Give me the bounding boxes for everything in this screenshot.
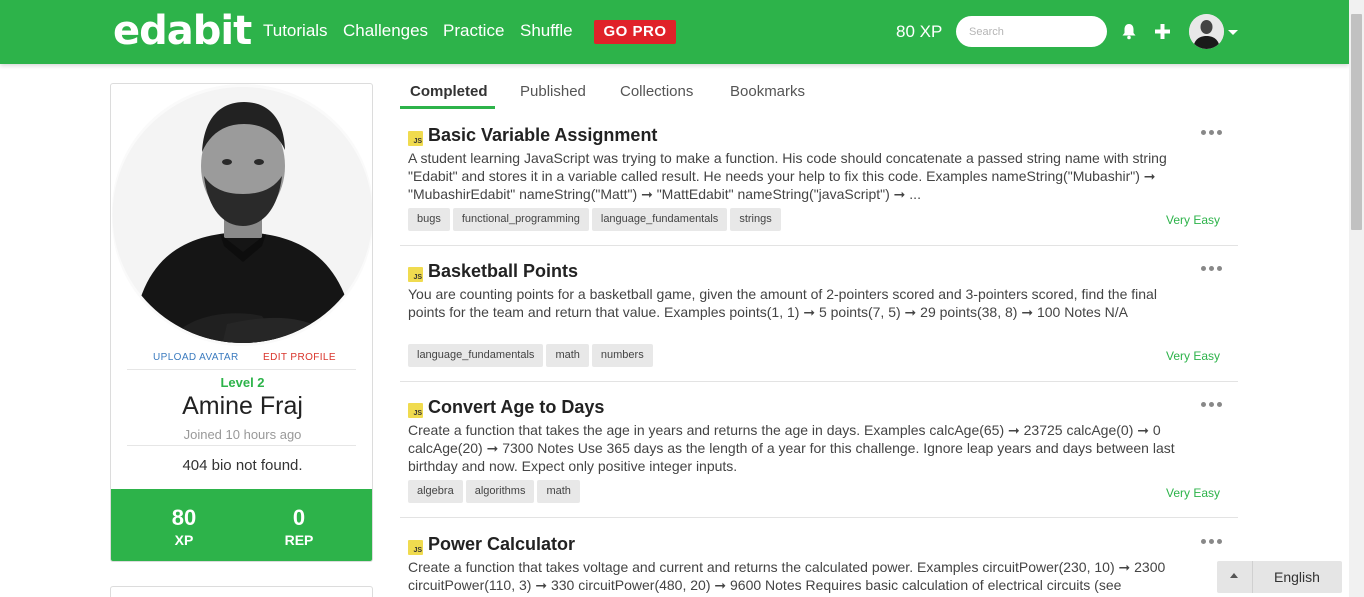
- challenge-description: You are counting points for a basketball…: [408, 286, 1157, 320]
- rep-stat-value: 0: [292, 505, 306, 530]
- caret-down-icon[interactable]: [1228, 30, 1238, 35]
- challenge-description: Create a function that takes voltage and…: [408, 559, 1166, 597]
- xp-stat-value: 80: [171, 505, 197, 530]
- divider: [400, 517, 1238, 518]
- plus-icon[interactable]: [1154, 23, 1171, 40]
- user-level: Level 2: [220, 375, 265, 390]
- tag[interactable]: language_fundamentals: [408, 344, 544, 367]
- active-tab-indicator: [400, 106, 495, 109]
- challenge-item: JS Basic Variable Assignment A student l…: [400, 125, 1238, 238]
- divider: [127, 369, 356, 370]
- xp-stat-label: XP: [174, 532, 194, 548]
- top-navbar: edabit Tutorials Challenges Practice Shu…: [0, 0, 1349, 64]
- divider: [1252, 561, 1253, 593]
- tab-bookmarks[interactable]: Bookmarks: [730, 83, 805, 100]
- difficulty-label: Very Easy: [1166, 213, 1221, 227]
- tag[interactable]: math: [546, 344, 589, 367]
- js-icon: JS: [408, 267, 423, 282]
- tag-list: algebra algorithms math: [408, 480, 580, 503]
- more-icon[interactable]: [1201, 400, 1223, 408]
- js-icon: JS: [408, 540, 423, 555]
- nav-link-tutorials[interactable]: Tutorials: [263, 21, 328, 41]
- user-avatar[interactable]: [1189, 14, 1224, 49]
- language-label: English: [1274, 569, 1320, 585]
- rep-stat-label: REP: [284, 532, 314, 548]
- tab-collections[interactable]: Collections: [620, 83, 693, 100]
- secondary-card: [110, 586, 373, 597]
- js-icon: JS: [408, 131, 423, 146]
- xp-stat: 80 XP: [144, 505, 224, 548]
- tag[interactable]: language_fundamentals: [591, 208, 728, 231]
- more-icon[interactable]: [1201, 264, 1223, 272]
- go-pro-button[interactable]: GO PRO: [594, 20, 676, 44]
- challenge-title[interactable]: Basic Variable Assignment: [428, 125, 657, 146]
- rep-stat: 0 REP: [259, 505, 339, 548]
- joined-date: Joined 10 hours ago: [183, 427, 302, 442]
- tag-list: language_fundamentals math numbers: [408, 344, 653, 367]
- stats-panel: 80 XP 0 REP: [111, 489, 372, 561]
- more-icon[interactable]: [1201, 537, 1223, 545]
- challenge-title[interactable]: Basketball Points: [428, 261, 578, 282]
- divider: [400, 245, 1238, 246]
- tag[interactable]: numbers: [591, 344, 653, 367]
- user-bio: 404 bio not found.: [182, 457, 303, 474]
- profile-avatar: [112, 84, 372, 346]
- difficulty-label: Very Easy: [1166, 486, 1221, 500]
- search-input[interactable]: [956, 16, 1107, 47]
- nav-link-practice[interactable]: Practice: [443, 21, 504, 41]
- tag[interactable]: math: [537, 480, 580, 503]
- divider: [400, 381, 1238, 382]
- tab-completed[interactable]: Completed: [410, 83, 488, 100]
- difficulty-label: Very Easy: [1166, 349, 1221, 363]
- challenge-item: JS Power Calculator Create a function th…: [400, 537, 1238, 597]
- more-icon[interactable]: [1201, 128, 1223, 136]
- challenge-description: A student learning JavaScript was trying…: [408, 150, 1167, 202]
- chevron-up-icon[interactable]: [1230, 573, 1238, 578]
- js-icon: JS: [408, 403, 423, 418]
- user-name: Amine Fraj: [182, 392, 303, 420]
- upload-avatar-link[interactable]: UPLOAD AVATAR: [153, 352, 239, 363]
- challenge-item: JS Basketball Points You are counting po…: [400, 261, 1238, 374]
- tag[interactable]: algorithms: [465, 480, 535, 503]
- brand-logo[interactable]: edabit: [113, 8, 252, 54]
- bell-icon[interactable]: [1121, 23, 1137, 40]
- tab-published[interactable]: Published: [520, 83, 586, 100]
- challenge-description: Create a function that takes the age in …: [408, 422, 1175, 474]
- tag[interactable]: bugs: [408, 208, 450, 231]
- challenge-title[interactable]: Power Calculator: [428, 537, 575, 555]
- edit-profile-link[interactable]: EDIT PROFILE: [263, 352, 336, 363]
- nav-link-shuffle[interactable]: Shuffle: [520, 21, 573, 41]
- challenge-item: JS Convert Age to Days Create a function…: [400, 397, 1238, 510]
- tag[interactable]: functional_programming: [452, 208, 589, 231]
- scrollbar-thumb[interactable]: [1351, 14, 1362, 230]
- divider: [127, 445, 356, 446]
- nav-link-challenges[interactable]: Challenges: [343, 21, 428, 41]
- tag[interactable]: algebra: [408, 480, 463, 503]
- xp-counter: 80 XP: [896, 22, 943, 41]
- tag-list: bugs functional_programming language_fun…: [408, 208, 781, 231]
- language-selector[interactable]: English: [1217, 561, 1342, 593]
- tag[interactable]: strings: [730, 208, 781, 231]
- profile-card: UPLOAD AVATAR EDIT PROFILE Level 2 Amine…: [110, 83, 373, 562]
- challenge-title[interactable]: Convert Age to Days: [428, 397, 604, 418]
